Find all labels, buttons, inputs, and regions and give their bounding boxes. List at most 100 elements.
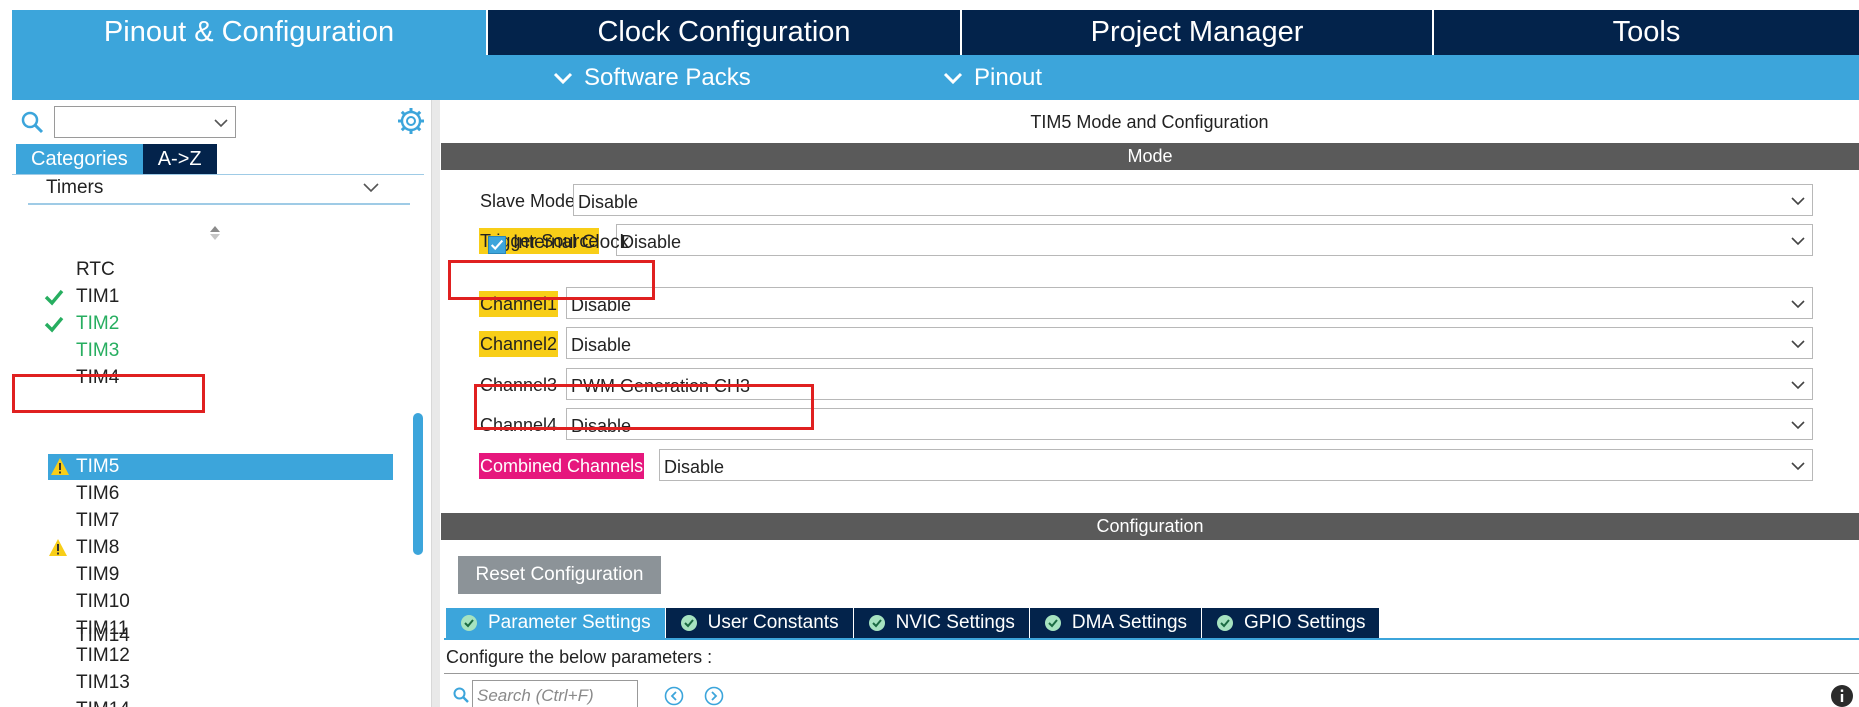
tab-categories[interactable]: Categories [16,144,143,174]
arrow-left-icon[interactable] [664,686,684,706]
internal-clock-label: Internal Clock [513,232,630,253]
sub-menu-bar: Software Packs Pinout [12,55,1859,100]
parameter-search-placeholder: Search (Ctrl+F) [477,686,594,705]
chevron-down-icon [1791,340,1805,349]
check-circle-icon [868,615,885,631]
check-icon [44,289,64,306]
tab-dma-settings[interactable]: DMA Settings [1029,608,1203,638]
tab-project-manager[interactable]: Project Manager [960,10,1432,55]
internal-clock-checkbox[interactable] [488,236,506,254]
combined-channels-label: Combined Channels [479,453,645,479]
check-circle-icon [1217,615,1234,631]
configuration-tabs: Parameter Settings User Constants NVIC S… [446,608,1381,638]
tab-nvic-settings[interactable]: NVIC Settings [853,608,1030,638]
app-window: Pinout & Configuration Clock Configurati… [0,0,1859,707]
tab-gpio-settings-label: GPIO Settings [1244,612,1366,633]
tab-parameter-settings-label: Parameter Settings [488,612,651,633]
check-circle-icon [1044,615,1061,631]
highlight-channel3 [474,384,814,430]
chevron-down-icon [943,72,963,84]
tree-item-rtc[interactable]: RTC [76,257,115,283]
trigger-source-value: Disable [621,232,682,252]
panel-title: TIM5 Mode and Configuration [1030,112,1269,132]
trigger-source-row: Trigger Source Disable [479,224,1839,256]
sort-icon[interactable] [208,223,222,243]
software-packs-label: Software Packs [584,63,751,91]
warning-icon [51,458,69,475]
channel1-select[interactable]: Disable [566,287,1813,319]
slave-mode-select[interactable]: Disable [573,184,1813,216]
tab-clock-configuration[interactable]: Clock Configuration [486,10,960,55]
divider [28,203,410,205]
search-combo[interactable] [54,106,236,138]
mode-area: Slave Mode Disable Trigger Source Disabl… [441,170,1859,513]
tree-item-tim10[interactable]: TIM10 [76,589,130,615]
tree-item-tim14-visible[interactable]: TIM14 [76,623,130,649]
chevron-down-icon [1791,462,1805,471]
tab-nvic-settings-label: NVIC Settings [895,612,1015,633]
software-packs-menu[interactable]: Software Packs [552,55,751,100]
peripheral-tree: Timers RTC TIM1 TIM2 TIM3 TIM4 TIM5 TIM6… [12,174,424,707]
tab-underline [444,638,1859,640]
slave-mode-value: Disable [578,192,639,212]
info-icon[interactable] [1830,684,1854,707]
group-header-timers[interactable]: Timers [46,177,103,199]
divider [444,673,1859,674]
channel2-row: Channel2 Disable [479,327,1839,359]
arrow-right-icon[interactable] [704,686,724,706]
parameter-search-input[interactable]: Search (Ctrl+F) [472,680,638,707]
channel2-label: Channel2 [479,331,559,357]
search-icon [21,111,44,134]
panel-splitter[interactable] [432,100,440,707]
search-row [18,104,428,138]
tab-gpio-settings[interactable]: GPIO Settings [1202,608,1381,638]
tab-pinout-configuration[interactable]: Pinout & Configuration [12,10,486,55]
combined-channels-row: Combined Channels Disable [479,449,1839,481]
pinout-label: Pinout [974,63,1043,91]
tree-item-tim3[interactable]: TIM3 [76,338,119,364]
chevron-down-icon [1791,197,1805,206]
tab-parameter-settings[interactable]: Parameter Settings [446,608,666,638]
chevron-down-icon [1791,237,1805,246]
tree-item-tim1[interactable]: TIM1 [76,284,119,310]
trigger-source-select[interactable]: Disable [616,224,1813,256]
channel2-value: Disable [571,335,632,355]
configuration-section-header: Configuration [441,513,1859,540]
tree-item-tim8[interactable]: TIM8 [76,535,119,561]
search-icon [453,687,469,703]
tab-user-constants[interactable]: User Constants [665,608,854,638]
chevron-down-icon [1791,421,1805,430]
combined-channels-value: Disable [664,457,725,477]
mode-section-header: Mode [441,143,1859,170]
channel2-select[interactable]: Disable [566,327,1813,359]
check-circle-icon [680,615,697,631]
tab-tools[interactable]: Tools [1432,10,1859,55]
scrollbar-thumb[interactable] [413,413,423,555]
configure-hint: Configure the below parameters : [446,647,713,667]
tree-item-tim14[interactable]: TIM14 [76,697,130,707]
tree-item-tim5[interactable]: TIM5 [76,454,119,480]
chevron-down-icon [553,72,573,84]
tree-item-tim7[interactable]: TIM7 [76,508,119,534]
tab-a-to-z[interactable]: A->Z [142,144,217,174]
slave-mode-row: Slave Mode Disable [479,184,1839,216]
gear-icon[interactable] [396,106,426,136]
main-tabs: Pinout & Configuration Clock Configurati… [12,10,1859,55]
pinout-menu[interactable]: Pinout [942,55,1042,100]
chevron-down-icon [1791,381,1805,390]
tree-item-tim9[interactable]: TIM9 [76,562,119,588]
channel1-row: Channel1 Disable [479,287,1839,319]
check-icon [44,316,64,333]
chevron-down-icon [1791,300,1805,309]
tree-item-tim2[interactable]: TIM2 [76,311,119,337]
chevron-down-icon[interactable] [362,181,380,195]
category-tabs: Categories A->Z [16,144,217,174]
reset-configuration-button[interactable]: Reset Configuration [458,556,661,594]
tree-item-tim6[interactable]: TIM6 [76,481,119,507]
tree-item-tim13[interactable]: TIM13 [76,670,130,696]
slave-mode-label: Slave Mode [480,191,576,211]
tab-user-constants-label: User Constants [707,612,839,633]
highlight-tim5 [12,374,205,413]
combined-channels-select[interactable]: Disable [659,449,1813,481]
tab-dma-settings-label: DMA Settings [1071,612,1188,633]
